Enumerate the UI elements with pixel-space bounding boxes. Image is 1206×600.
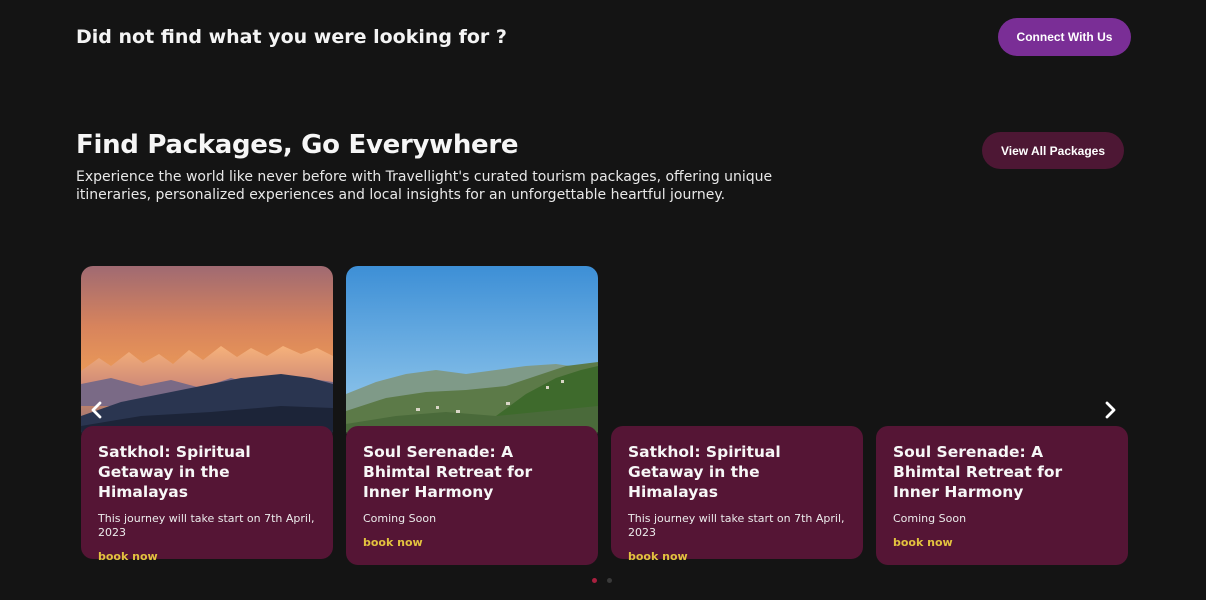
pagination-dot-1[interactable] xyxy=(592,578,597,583)
package-card[interactable]: Satkhol: Spiritual Getaway in the Himala… xyxy=(81,426,333,563)
book-now-link[interactable]: book now xyxy=(98,550,158,563)
carousel-next-button[interactable] xyxy=(1097,397,1123,423)
package-card-info: This journey will take start on 7th Apri… xyxy=(628,512,845,539)
package-card[interactable]: Soul Serenade: A Bhimtal Retreat for Inn… xyxy=(876,426,1128,565)
package-card-info: Coming Soon xyxy=(363,512,437,525)
package-card-title: Satkhol: Spiritual Getaway in the Himala… xyxy=(628,443,781,501)
package-card[interactable]: Satkhol: Spiritual Getaway in the Himala… xyxy=(611,426,863,563)
book-now-link[interactable]: book now xyxy=(893,536,953,549)
contact-prompt-title: Did not find what you were looking for ? xyxy=(76,26,507,48)
package-card[interactable]: Soul Serenade: A Bhimtal Retreat for Inn… xyxy=(346,426,598,565)
carousel-prev-button[interactable] xyxy=(84,397,110,423)
carousel-pagination xyxy=(592,578,612,583)
package-card-info: This journey will take start on 7th Apri… xyxy=(98,512,315,539)
section-title: Find Packages, Go Everywhere xyxy=(76,130,519,160)
view-all-packages-button[interactable]: View All Packages xyxy=(982,132,1124,169)
package-card-title: Soul Serenade: A Bhimtal Retreat for Inn… xyxy=(363,443,533,501)
pagination-dot-2[interactable] xyxy=(607,578,612,583)
chevron-left-icon xyxy=(91,401,102,419)
section-description: Experience the world like never before w… xyxy=(76,169,773,203)
chevron-right-icon xyxy=(1105,401,1116,419)
page: Did not find what you were looking for ?… xyxy=(0,0,1206,600)
book-now-link[interactable]: book now xyxy=(628,550,688,563)
package-image-bhimtal[interactable] xyxy=(346,266,598,441)
package-card-title: Satkhol: Spiritual Getaway in the Himala… xyxy=(98,443,251,501)
book-now-link[interactable]: book now xyxy=(363,536,423,549)
package-card-info: Coming Soon xyxy=(893,512,967,525)
connect-with-us-button[interactable]: Connect With Us xyxy=(998,18,1131,56)
package-card-title: Soul Serenade: A Bhimtal Retreat for Inn… xyxy=(893,443,1063,501)
package-image-satkhol[interactable] xyxy=(81,266,333,441)
